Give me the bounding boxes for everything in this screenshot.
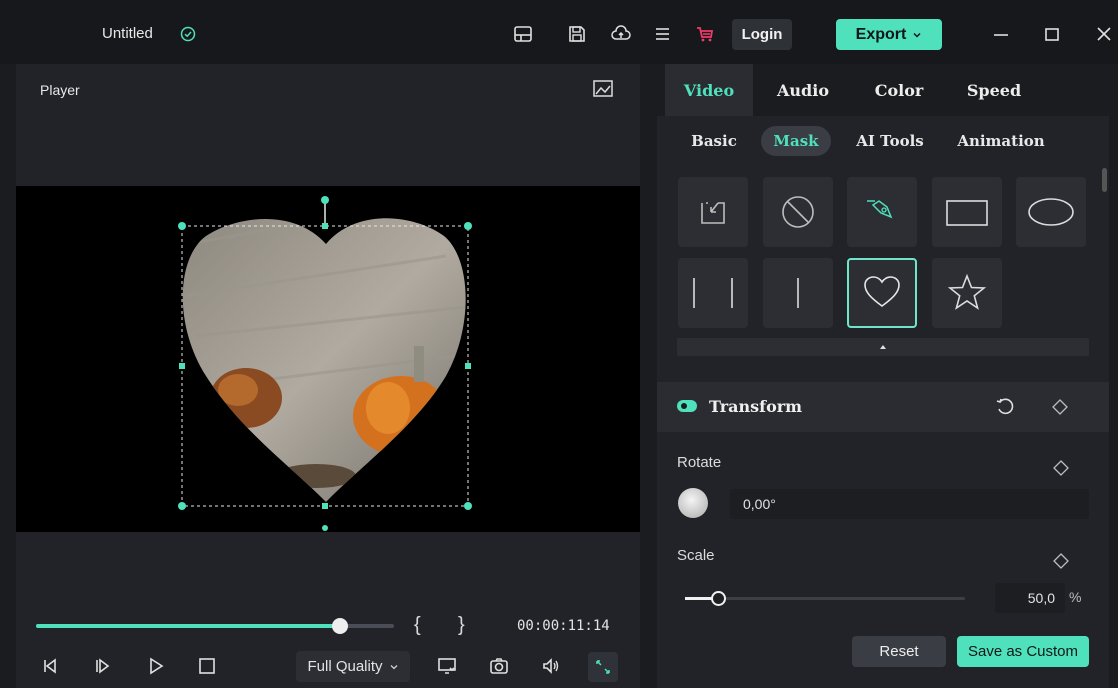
- mark-in-button[interactable]: {: [414, 614, 421, 637]
- mask-ellipse-button[interactable]: [1016, 177, 1086, 247]
- chevron-down-icon: [390, 664, 397, 669]
- mask-double-line-button[interactable]: [678, 258, 748, 328]
- mask-none-button[interactable]: [763, 177, 833, 247]
- close-icon[interactable]: [1094, 24, 1114, 44]
- rotate-value: 0,00°: [743, 496, 776, 512]
- maximize-icon[interactable]: [1042, 24, 1062, 44]
- video-preview[interactable]: [16, 186, 640, 532]
- layout-icon[interactable]: [513, 24, 533, 44]
- scale-slider-handle[interactable]: [711, 591, 726, 606]
- mask-heart-button[interactable]: [847, 258, 917, 328]
- masked-video-frame: [178, 196, 472, 510]
- export-label: Export: [855, 25, 907, 43]
- rotate-label: Rotate: [677, 454, 722, 471]
- minimize-icon[interactable]: [991, 24, 1011, 44]
- timecode: 00:00:11:14: [517, 618, 610, 634]
- scale-label: Scale: [677, 547, 715, 564]
- menu-icon[interactable]: [653, 24, 673, 44]
- rectangle-mask-icon: [946, 200, 988, 226]
- subtab-mask[interactable]: Mask: [761, 126, 831, 156]
- import-mask-icon: [701, 202, 725, 224]
- chevron-down-icon: [913, 32, 921, 38]
- scrubber-progress: [36, 624, 341, 628]
- star-mask-icon: [947, 273, 987, 310]
- mask-pen-button[interactable]: [847, 177, 917, 247]
- scrubber-handle[interactable]: [332, 618, 349, 634]
- tab-video[interactable]: Video: [665, 64, 753, 116]
- pen-mask-icon: [867, 200, 893, 219]
- rotate-input[interactable]: 0,00°: [730, 489, 1089, 519]
- double-line-mask-icon: [693, 278, 733, 308]
- no-mask-icon: [782, 196, 814, 228]
- player-panel: Player {} 00:00:11:14 Full Quality: [16, 64, 640, 688]
- mask-collapse-bar[interactable]: [677, 338, 1089, 356]
- next-frame-icon[interactable]: [92, 655, 114, 677]
- heart-mask-icon: [864, 276, 900, 307]
- keyframe-diamond-icon[interactable]: [1052, 459, 1070, 477]
- transform-section-header[interactable]: Transform: [657, 382, 1109, 432]
- tab-audio[interactable]: Audio: [759, 64, 847, 116]
- playback-scrubber[interactable]: [36, 618, 394, 634]
- transform-title: Transform: [709, 397, 803, 416]
- title-bar: Untitled Login Export: [0, 0, 1118, 64]
- project-title: Untitled: [102, 25, 153, 42]
- mask-star-button[interactable]: [932, 258, 1002, 328]
- keyframe-diamond-icon[interactable]: [1051, 398, 1069, 416]
- player-label: Player: [40, 82, 80, 98]
- mask-rectangle-button[interactable]: [932, 177, 1002, 247]
- snapshot-icon[interactable]: [488, 655, 510, 677]
- tab-color[interactable]: Color: [855, 64, 943, 116]
- transform-toggle[interactable]: [677, 400, 697, 412]
- expand-icon: [596, 660, 610, 674]
- scale-value: 50,0: [1027, 590, 1055, 606]
- subtab-basic[interactable]: Basic: [681, 126, 747, 156]
- scale-input[interactable]: 50,0: [995, 583, 1065, 613]
- cloud-upload-icon[interactable]: [611, 24, 631, 44]
- save-icon[interactable]: [567, 24, 587, 44]
- fullscreen-button[interactable]: [588, 652, 618, 682]
- previous-frame-icon[interactable]: [40, 655, 62, 677]
- mark-out-button[interactable]: }: [458, 614, 465, 637]
- subtab-ai-tools[interactable]: AI Tools: [847, 126, 933, 156]
- caret-up-icon: [880, 345, 886, 349]
- export-button[interactable]: Export: [836, 19, 942, 50]
- play-icon[interactable]: [145, 655, 167, 677]
- volume-icon[interactable]: [540, 655, 562, 677]
- reset-section-icon[interactable]: [994, 396, 1016, 418]
- mask-single-line-button[interactable]: [763, 258, 833, 328]
- preview-settings-icon[interactable]: [592, 78, 614, 100]
- anchor-point-icon[interactable]: [321, 524, 329, 532]
- properties-panel: Video Audio Color Speed Basic Mask AI To…: [657, 64, 1109, 688]
- login-button[interactable]: Login: [732, 19, 792, 50]
- mask-import-button[interactable]: [678, 177, 748, 247]
- scale-slider[interactable]: [685, 591, 965, 606]
- save-as-custom-button[interactable]: Save as Custom: [957, 636, 1089, 667]
- display-settings-icon[interactable]: [436, 655, 458, 677]
- subtab-animation[interactable]: Animation: [949, 126, 1053, 156]
- ellipse-mask-icon: [1028, 198, 1074, 226]
- panel-scrollbar[interactable]: [1102, 168, 1107, 192]
- scale-unit: %: [1069, 589, 1082, 605]
- quality-dropdown[interactable]: Full Quality: [296, 651, 410, 682]
- single-line-mask-icon: [797, 278, 799, 308]
- stop-icon[interactable]: [196, 655, 218, 677]
- keyframe-diamond-icon[interactable]: [1052, 552, 1070, 570]
- main-tabs: Video Audio Color Speed: [657, 64, 1109, 116]
- cart-icon[interactable]: [695, 24, 715, 44]
- quality-label: Full Quality: [307, 658, 383, 675]
- reset-button[interactable]: Reset: [852, 636, 946, 667]
- tab-speed[interactable]: Speed: [950, 64, 1038, 116]
- rotate-dial[interactable]: [678, 488, 708, 518]
- saved-check-icon: [180, 26, 196, 42]
